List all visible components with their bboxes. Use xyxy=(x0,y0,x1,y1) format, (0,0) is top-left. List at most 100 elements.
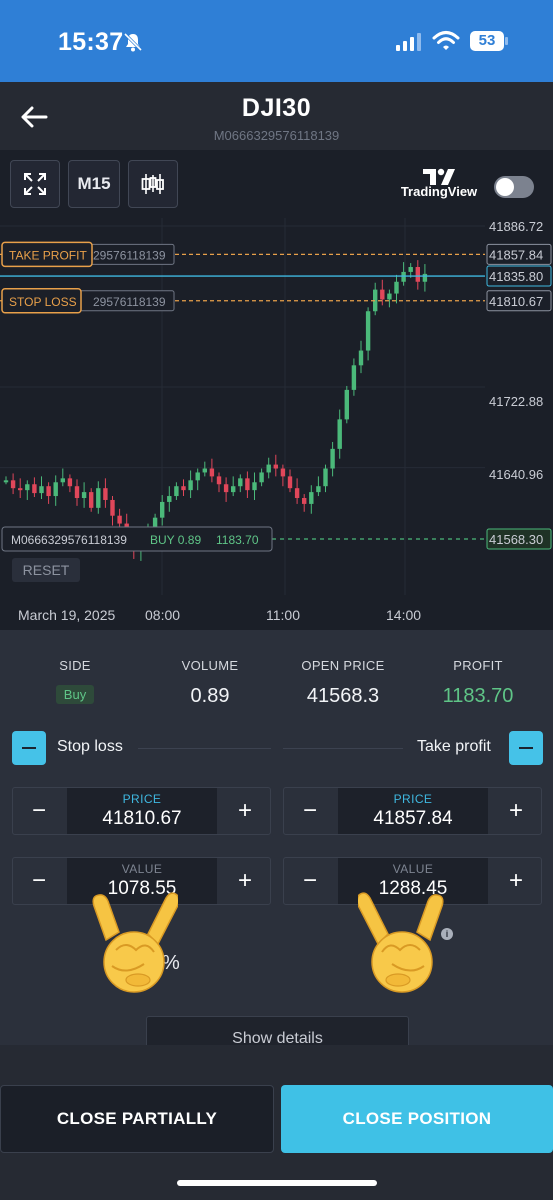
expand-icon xyxy=(24,173,46,195)
candle-body xyxy=(259,472,264,483)
time-axis-label: 08:00 xyxy=(145,607,180,623)
candle-body xyxy=(39,486,44,494)
take-profit-tag-label: TAKE PROFIT xyxy=(9,248,87,262)
take-profit-price-field[interactable]: PRICE 41857.84 xyxy=(338,788,488,834)
stop-loss-tag-id: 29576118139 xyxy=(93,295,166,309)
decrement-button[interactable]: − xyxy=(13,788,65,834)
open-price-value: 41568.3 xyxy=(306,685,380,707)
candle-body xyxy=(294,488,300,499)
candle-body xyxy=(74,486,80,499)
timeframe-button[interactable]: M15 xyxy=(68,160,120,208)
header: DJI30 M0666329576118139 xyxy=(0,82,553,150)
wifi-icon xyxy=(432,31,460,50)
increment-button[interactable]: + xyxy=(219,858,271,904)
profit-label: PROFIT xyxy=(453,658,503,673)
candle-body xyxy=(344,389,349,420)
price-axis-label: 41568.30 xyxy=(489,532,543,547)
candle-body xyxy=(103,488,108,500)
candle-body xyxy=(337,419,342,449)
minus-icon xyxy=(519,747,533,749)
candle-body xyxy=(252,482,257,491)
stop-loss-label: Stop loss xyxy=(57,738,123,755)
time-axis-label: March 19, 2025 xyxy=(18,607,115,623)
candle-body xyxy=(223,484,229,493)
candle-body xyxy=(10,480,16,489)
candle-body xyxy=(231,486,236,493)
candle-body xyxy=(280,468,286,477)
candle-body xyxy=(266,464,271,473)
price-caption: PRICE xyxy=(393,792,433,806)
candle-body xyxy=(351,365,357,390)
stop-loss-price-field[interactable]: PRICE 41810.67 xyxy=(67,788,217,834)
take-profit-tag-id: 29576118139 xyxy=(93,248,166,262)
price-chart[interactable]: 41886.72 41857.84 41835.80 41810.67 41722.88… xyxy=(0,150,553,630)
candle-body xyxy=(18,488,23,491)
candle-body xyxy=(96,488,101,508)
value-caption: VALUE xyxy=(121,862,163,876)
increment-button[interactable]: + xyxy=(490,858,542,904)
volume-label: VOLUME xyxy=(181,658,239,673)
divider xyxy=(138,748,271,749)
increment-button[interactable]: + xyxy=(490,788,542,834)
candle-body xyxy=(238,478,243,487)
decrement-button[interactable]: − xyxy=(13,858,65,904)
take-profit-price-stepper: − PRICE 41857.84 + xyxy=(283,787,542,835)
reset-button[interactable]: RESET xyxy=(12,558,80,582)
chart-type-button[interactable] xyxy=(128,160,178,208)
stop-loss-price-value: 41810.67 xyxy=(102,808,182,829)
tradingview-toggle[interactable] xyxy=(494,176,534,198)
chart-area[interactable]: 41886.72 41857.84 41835.80 41810.67 41722.88… xyxy=(0,150,553,630)
sign-of-horns-emoji xyxy=(358,892,444,993)
stop-loss-tag-label: STOP LOSS xyxy=(9,295,77,309)
candle-body xyxy=(422,273,428,282)
candle-body xyxy=(394,281,399,294)
stop-loss-toggle[interactable] xyxy=(12,731,46,765)
candlestick-icon xyxy=(141,174,164,194)
candle-body xyxy=(380,289,385,300)
close-partially-button[interactable]: CLOSE PARTIALLY xyxy=(0,1085,274,1153)
side-label: SIDE xyxy=(59,658,91,673)
page-title: DJI30 xyxy=(241,94,312,122)
candle-body xyxy=(188,480,193,491)
candle-body xyxy=(160,501,165,518)
price-caption: PRICE xyxy=(122,792,162,806)
candle-body xyxy=(3,480,9,483)
candle-body xyxy=(245,478,250,491)
candle-body xyxy=(365,311,371,351)
take-profit-toggle[interactable] xyxy=(509,731,543,765)
candle-body xyxy=(401,271,406,282)
candle-body xyxy=(89,492,94,508)
price-axis-label: 41886.72 xyxy=(489,219,543,234)
fullscreen-button[interactable] xyxy=(10,160,60,208)
increment-button[interactable]: + xyxy=(219,788,271,834)
candle-body xyxy=(81,492,87,499)
position-tag-profit: 1183.70 xyxy=(216,533,259,547)
candle-body xyxy=(110,499,115,516)
candle-body xyxy=(60,478,65,483)
tradingview-logo: TradingView xyxy=(396,168,482,204)
minus-icon xyxy=(22,747,36,749)
candle-body xyxy=(46,486,51,497)
sign-of-horns-emoji xyxy=(92,892,178,993)
candle-body xyxy=(330,448,335,469)
decrement-button[interactable]: − xyxy=(284,788,336,834)
value-caption: VALUE xyxy=(392,862,434,876)
open-price-label: OPEN PRICE xyxy=(301,658,385,673)
position-tag-side: BUY 0.89 xyxy=(150,533,201,547)
volume-value: 0.89 xyxy=(190,685,230,707)
price-axis-label: 41722.88 xyxy=(489,394,543,409)
status-bar: 15:37 53 xyxy=(0,0,553,82)
candle-body xyxy=(415,267,420,282)
candle-body xyxy=(302,498,307,504)
close-position-button[interactable]: CLOSE POSITION xyxy=(281,1085,553,1153)
decrement-button[interactable]: − xyxy=(284,858,336,904)
candle-body xyxy=(202,468,207,473)
toggle-knob xyxy=(496,178,514,196)
candle-body xyxy=(287,476,293,489)
stop-loss-price-stepper: − PRICE 41810.67 + xyxy=(12,787,271,835)
open-price-column: OPEN PRICE 41568.3 xyxy=(278,658,408,708)
candle-body xyxy=(25,484,30,491)
take-profit-price-value: 41857.84 xyxy=(373,808,453,829)
order-id: M0666329576118139 xyxy=(213,128,340,143)
take-profit-label: Take profit xyxy=(417,738,491,755)
